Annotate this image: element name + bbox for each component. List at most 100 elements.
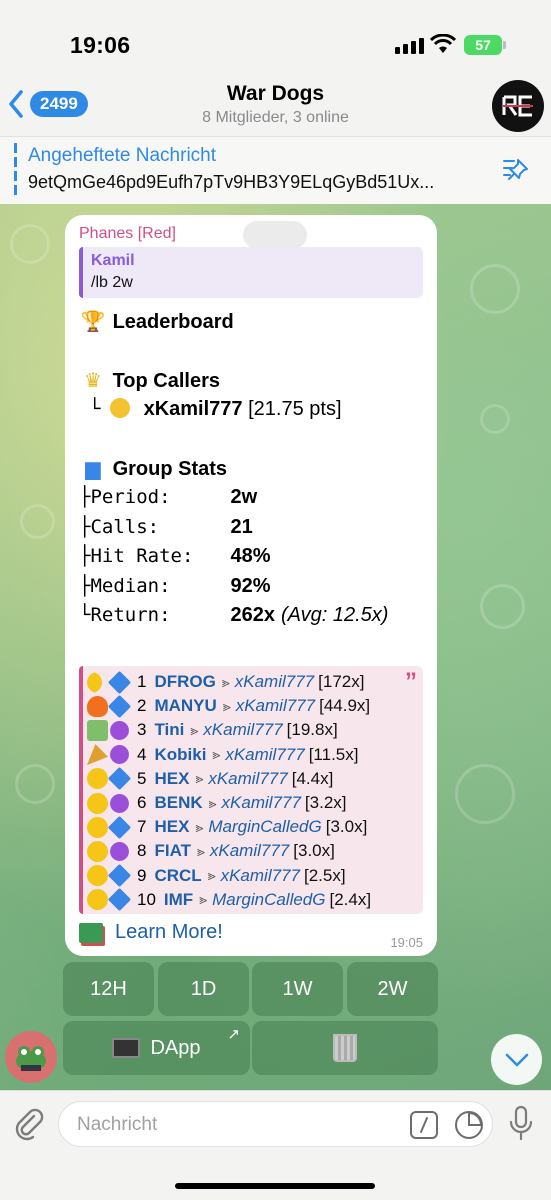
microphone-icon[interactable] bbox=[508, 1105, 534, 1143]
face-icon bbox=[87, 889, 108, 911]
fire-icon bbox=[87, 695, 108, 717]
call-user[interactable]: xKamil777 bbox=[210, 841, 289, 861]
stat-label: Period: bbox=[90, 486, 171, 508]
status-bar: 19:06 57 bbox=[0, 0, 551, 70]
call-multiplier: [172x] bbox=[318, 672, 365, 691]
call-multiplier: [44.9x] bbox=[319, 696, 371, 716]
call-row[interactable]: 1 DFROG ⪢ xKamil777 [172x] bbox=[87, 670, 364, 694]
call-user[interactable]: xKamil777 bbox=[225, 745, 304, 765]
bar-chart-icon: ▆ bbox=[85, 456, 101, 480]
stat-row: └Return: 262x (Avg: 12.5x) bbox=[79, 604, 388, 627]
timeframe-button[interactable]: 1W bbox=[252, 962, 343, 1016]
stat-value: 262x bbox=[230, 604, 275, 626]
call-row[interactable]: 2 MANYU ⪢ xKamil777 [44.9x] bbox=[87, 694, 370, 718]
pinned-title: Angeheftete Nachricht bbox=[28, 145, 217, 166]
sender-name[interactable]: Phanes [Red] bbox=[79, 225, 176, 243]
chain-blue-icon bbox=[107, 815, 132, 839]
call-row[interactable]: 6 BENK ⪢ xKamil777 [3.2x] bbox=[87, 791, 347, 815]
timeframe-button[interactable]: 1D bbox=[158, 962, 249, 1016]
reply-preview[interactable]: Kamil /lb 2w bbox=[79, 247, 423, 298]
group-avatar[interactable] bbox=[492, 80, 544, 132]
call-ticker[interactable]: IMF bbox=[164, 890, 193, 910]
message-time: 19:05 bbox=[390, 935, 423, 950]
chat-title[interactable]: War Dogs bbox=[0, 82, 551, 106]
call-rank: 4 bbox=[137, 744, 147, 764]
stat-row: ├Hit Rate: 48% bbox=[79, 545, 276, 568]
tree-prefix: ├ bbox=[79, 486, 91, 508]
arrow-icon: ⪢ bbox=[212, 746, 221, 763]
timeframe-button[interactable]: 2W bbox=[347, 962, 438, 1016]
call-rank: 1 bbox=[137, 672, 147, 691]
call-ticker[interactable]: CRCL bbox=[154, 866, 201, 886]
call-multiplier: [3.0x] bbox=[293, 841, 335, 861]
calls-quote-block: ” 1 DFROG ⪢ xKamil777 [172x] 2 MANYU ⪢ xKamil777… bbox=[79, 666, 423, 914]
bubble-overlay bbox=[243, 221, 307, 249]
scroll-down-button[interactable] bbox=[491, 1034, 542, 1085]
crown-icon: ♛ bbox=[84, 368, 102, 392]
call-ticker[interactable]: BENK bbox=[154, 793, 202, 813]
learn-more-label: Learn More! bbox=[115, 921, 223, 943]
message-bubble[interactable]: Phanes [Red] Kamil /lb 2w 🏆 Leaderboard … bbox=[65, 215, 437, 956]
call-ticker[interactable]: HEX bbox=[154, 769, 189, 789]
timeframe-button[interactable]: 12H bbox=[63, 962, 154, 1016]
face-icon bbox=[87, 768, 108, 790]
stat-label: Median: bbox=[90, 574, 171, 597]
call-ticker[interactable]: Tini bbox=[154, 720, 184, 740]
call-row[interactable]: 7 HEX ⪢ MarginCalledG [3.0x] bbox=[87, 815, 367, 839]
chevron-down-icon bbox=[505, 1053, 528, 1066]
face-icon bbox=[87, 865, 108, 887]
call-user[interactable]: xKamil777 bbox=[235, 672, 314, 692]
books-icon bbox=[79, 922, 103, 943]
paperclip-icon[interactable] bbox=[12, 1107, 46, 1141]
call-multiplier: [2.5x] bbox=[303, 865, 346, 885]
call-row[interactable]: 3 Tini ⪢ xKamil777 [19.8x] bbox=[87, 718, 338, 742]
bot-commands-icon[interactable] bbox=[410, 1111, 438, 1139]
top-caller-row: └ xKamil777 [21.75 pts] bbox=[89, 398, 342, 421]
call-user[interactable]: xKamil777 bbox=[208, 769, 287, 789]
dapp-button[interactable]: DApp ↗ bbox=[63, 1021, 250, 1075]
message-input[interactable]: Nachricht bbox=[58, 1101, 493, 1147]
call-row[interactable]: 9 CRCL ⪢ xKamil777 [2.5x] bbox=[87, 864, 346, 888]
call-ticker[interactable]: FIAT bbox=[154, 841, 191, 861]
tree-prefix: └ bbox=[79, 604, 91, 626]
call-user[interactable]: xKamil777 bbox=[222, 793, 301, 813]
arrow-icon: ⪢ bbox=[207, 867, 216, 884]
learn-more-link[interactable]: Learn More! bbox=[79, 921, 223, 944]
stat-label: Return: bbox=[90, 604, 171, 626]
call-row[interactable]: 10 IMF ⪢ MarginCalledG [2.4x] bbox=[87, 888, 371, 912]
stat-label: Hit Rate: bbox=[90, 545, 194, 567]
call-user[interactable]: xKamil777 bbox=[221, 866, 300, 886]
arrow-icon: ⪢ bbox=[196, 842, 205, 859]
pinned-text: 9etQmGe46pd9Eufh7pTv9HB3Y9ELqGyBd51Ux... bbox=[28, 172, 435, 192]
chain-blue-icon bbox=[107, 888, 132, 912]
call-user[interactable]: xKamil777 bbox=[203, 720, 282, 740]
call-row[interactable]: 8 FIAT ⪢ xKamil777 [3.0x] bbox=[87, 839, 335, 863]
call-user[interactable]: xKamil777 bbox=[236, 696, 315, 716]
stat-row: ├Period: 2w bbox=[79, 486, 263, 509]
call-user[interactable]: MarginCalledG bbox=[208, 817, 321, 837]
call-ticker[interactable]: MANYU bbox=[154, 696, 216, 716]
wifi-icon bbox=[430, 34, 456, 53]
arrow-icon: ⪢ bbox=[222, 697, 231, 714]
call-user[interactable]: MarginCalledG bbox=[212, 890, 325, 910]
delete-button[interactable] bbox=[252, 1021, 438, 1075]
monitor-icon bbox=[112, 1038, 141, 1058]
pinned-message-bar[interactable]: Angeheftete Nachricht 9etQmGe46pd9Eufh7p… bbox=[0, 136, 551, 204]
moon-icon bbox=[87, 671, 108, 693]
call-ticker[interactable]: Kobiki bbox=[154, 745, 206, 765]
stat-value: 48% bbox=[230, 545, 271, 567]
call-row[interactable]: 4 Kobiki ⪢ xKamil777 [11.5x] bbox=[87, 743, 358, 767]
chain-purple-icon bbox=[110, 745, 129, 765]
call-rank: 5 bbox=[137, 768, 147, 788]
sticker-icon[interactable] bbox=[455, 1111, 483, 1139]
sender-avatar[interactable] bbox=[5, 1031, 57, 1083]
pin-list-icon[interactable] bbox=[500, 157, 530, 183]
call-ticker[interactable]: DFROG bbox=[154, 672, 215, 692]
party-icon bbox=[87, 744, 108, 766]
chat-header: 2499 War Dogs 8 Mitglieder, 3 online bbox=[0, 70, 551, 136]
top-caller-name: xKamil777 bbox=[143, 398, 243, 420]
call-ticker[interactable]: HEX bbox=[154, 817, 189, 837]
group-stats-title: Group Stats bbox=[112, 458, 228, 480]
call-row[interactable]: 5 HEX ⪢ xKamil777 [4.4x] bbox=[87, 767, 333, 791]
trash-icon bbox=[333, 1034, 357, 1062]
